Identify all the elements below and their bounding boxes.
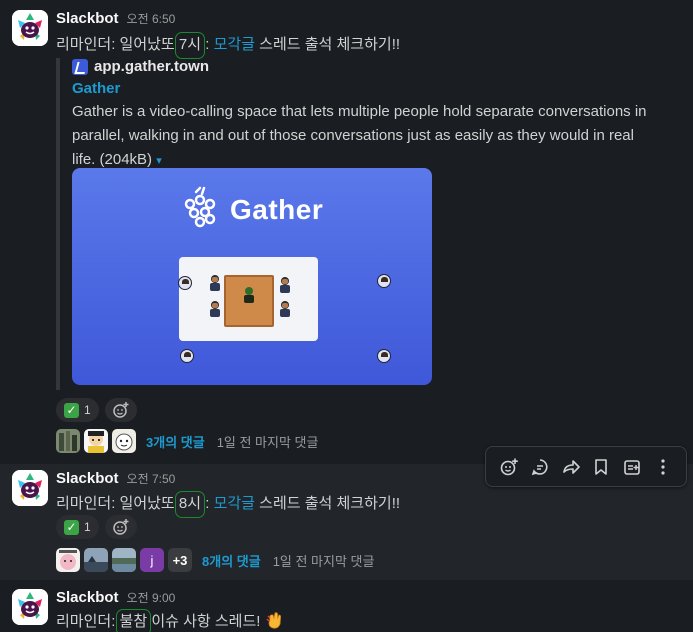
save-for-later-button[interactable] — [586, 451, 617, 483]
message-header: Slackbot 오전 9:00 — [56, 589, 175, 611]
unfurl-site-name[interactable]: app.gather.town — [94, 58, 209, 75]
message-text-prefix: 리마인더: — [56, 613, 120, 630]
highlighted-time: 7시 — [178, 36, 202, 53]
reply-in-thread-icon — [531, 458, 548, 475]
thread-replies-link[interactable]: 3개의 댓글 — [146, 432, 205, 451]
gather-logo: Gather — [182, 186, 323, 234]
slackbot-avatar[interactable] — [12, 589, 48, 625]
message-text-prefix: 리마인더: 일어났또 — [56, 36, 179, 53]
message-text: 리마인더: 일어났또 7시 : 모각글 스레드 출석 체크하기!! — [56, 33, 400, 54]
more-participants: +3 — [168, 548, 192, 572]
unfurl-title[interactable]: Gather — [72, 80, 120, 97]
gather-logo-text: Gather — [230, 194, 324, 225]
avatar-figure — [209, 301, 221, 317]
more-actions-icon — [661, 458, 665, 475]
message-header: Slackbot 오전 7:50 — [56, 470, 175, 492]
gather-favicon-icon — [72, 58, 88, 75]
channel-link[interactable]: 모각글 — [214, 495, 255, 512]
check-mark-icon: ✓ — [64, 402, 79, 418]
message-actions-toolbar — [485, 446, 687, 487]
participant-avatar — [56, 429, 80, 453]
avatar-bubble — [178, 276, 192, 290]
forward-button[interactable] — [555, 451, 586, 483]
avatar-bubble — [377, 349, 391, 363]
message-1: Slackbot 오전 6:50 리마인더: 일어났또 7시 : 모각글 스레드… — [0, 8, 693, 458]
thread-last-reply: 1일 전 마지막 댓글 — [272, 553, 375, 569]
message-3: Slackbot 오전 9:00 리마인더: 불참 이슈 사항 스레드! — [0, 587, 693, 632]
participant-avatar — [112, 429, 136, 453]
reactions-bar: ✓ 1 — [56, 515, 137, 539]
thread-replies-link[interactable]: 8개의 댓글 — [202, 551, 261, 570]
add-reaction-icon — [112, 402, 129, 418]
timestamp[interactable]: 오전 9:00 — [127, 589, 176, 606]
avatar-figure — [209, 275, 221, 291]
author-name[interactable]: Slackbot — [56, 470, 119, 487]
avatar-bubble — [377, 274, 391, 288]
avatar-figure — [279, 277, 291, 293]
participant-avatar — [112, 548, 136, 572]
plant-figure — [243, 287, 255, 303]
highlighted-word: 불참 — [119, 613, 148, 630]
add-reaction-icon — [112, 519, 129, 535]
reaction-count: 1 — [84, 403, 91, 417]
message-text: 리마인더: 불참 이슈 사항 스레드! — [56, 610, 285, 632]
participant-avatar — [84, 429, 108, 453]
forward-icon — [562, 459, 580, 474]
more-actions-button[interactable] — [647, 451, 678, 483]
message-text-suffix: 스레드 출석 체크하기!! — [254, 495, 401, 512]
hand-emoji-icon — [265, 610, 285, 632]
collapse-caret-icon[interactable]: ▾ — [156, 155, 162, 167]
add-reaction-button[interactable] — [104, 515, 137, 539]
more-participants-count: +3 — [172, 552, 188, 568]
link-unfurl: app.gather.town Gather Gather is a video… — [56, 58, 656, 390]
avatar-figure — [279, 301, 291, 317]
reaction-count: 1 — [84, 520, 91, 534]
reaction-check[interactable]: ✓ 1 — [56, 515, 99, 539]
unfurl-site: app.gather.town — [72, 58, 209, 75]
unfurl-description: Gather is a video-calling space that let… — [72, 100, 652, 173]
reactions-bar: ✓ 1 — [56, 398, 137, 422]
gather-room-illustration — [179, 257, 318, 341]
avatar-initial: j — [150, 552, 154, 568]
reply-in-thread-button[interactable] — [525, 451, 556, 483]
message-text: 리마인더: 일어났또 8시 : 모각글 스레드 출석 체크하기!! — [56, 492, 400, 513]
add-reaction-button[interactable] — [494, 451, 525, 483]
avatar-bubble — [180, 349, 194, 363]
message-text-prefix: 리마인더: 일어났또 — [56, 495, 179, 512]
grape-icon — [184, 186, 216, 228]
message-text-suffix: 스레드 출석 체크하기!! — [254, 36, 401, 53]
message-header: Slackbot 오전 6:50 — [56, 10, 175, 32]
participant-avatar — [56, 548, 80, 572]
slackbot-avatar[interactable] — [12, 470, 48, 506]
thread-last-reply: 1일 전 마지막 댓글 — [216, 434, 319, 450]
add-reaction-icon — [501, 458, 519, 475]
timestamp[interactable]: 오전 6:50 — [127, 10, 176, 27]
message-text-suffix: 이슈 사항 스레드! — [147, 613, 265, 630]
channel-link[interactable]: 모각글 — [214, 36, 255, 53]
add-to-list-button[interactable] — [617, 451, 648, 483]
slackbot-avatar[interactable] — [12, 10, 48, 46]
participant-avatar — [84, 548, 108, 572]
add-reaction-button[interactable] — [104, 398, 137, 422]
timestamp[interactable]: 오전 7:50 — [127, 470, 176, 487]
participant-avatar-j: j — [140, 548, 164, 572]
thread-summary[interactable]: j +3 8개의 댓글 1일 전 마지막 댓글 — [56, 548, 374, 572]
reaction-check[interactable]: ✓ 1 — [56, 398, 99, 422]
add-to-list-icon — [624, 459, 640, 475]
unfurl-preview-image[interactable]: Gather — [72, 168, 432, 385]
author-name[interactable]: Slackbot — [56, 589, 119, 606]
author-name[interactable]: Slackbot — [56, 10, 119, 27]
thread-summary[interactable]: 3개의 댓글 1일 전 마지막 댓글 — [56, 429, 318, 453]
bookmark-icon — [595, 458, 608, 475]
highlighted-time: 8시 — [178, 495, 202, 512]
check-mark-icon: ✓ — [64, 519, 79, 535]
